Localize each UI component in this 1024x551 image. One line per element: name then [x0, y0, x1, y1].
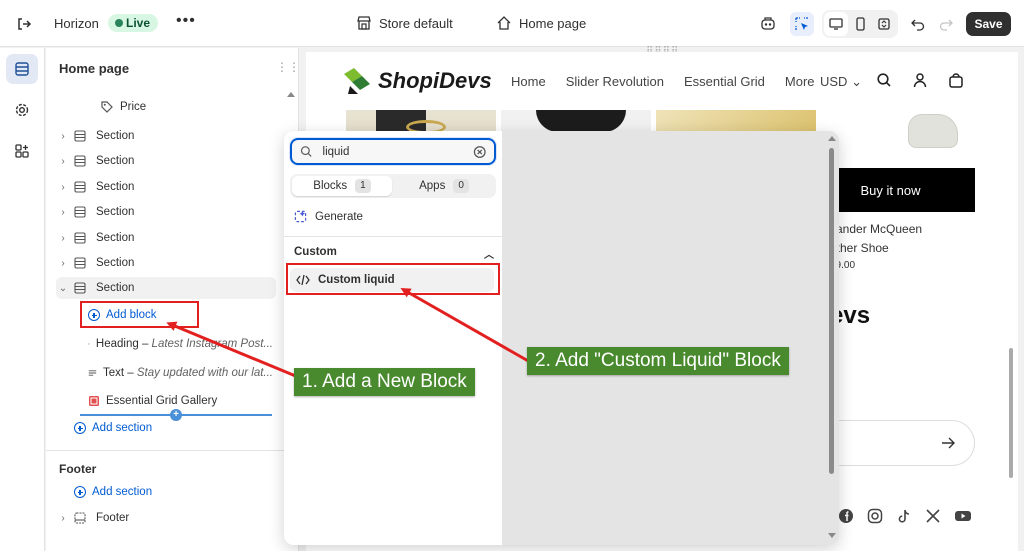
- step-2-callout: 2. Add "Custom Liquid" Block: [527, 347, 789, 375]
- step-1-callout: 1. Add a New Block: [294, 368, 475, 396]
- annotation-arrows: [166, 288, 531, 379]
